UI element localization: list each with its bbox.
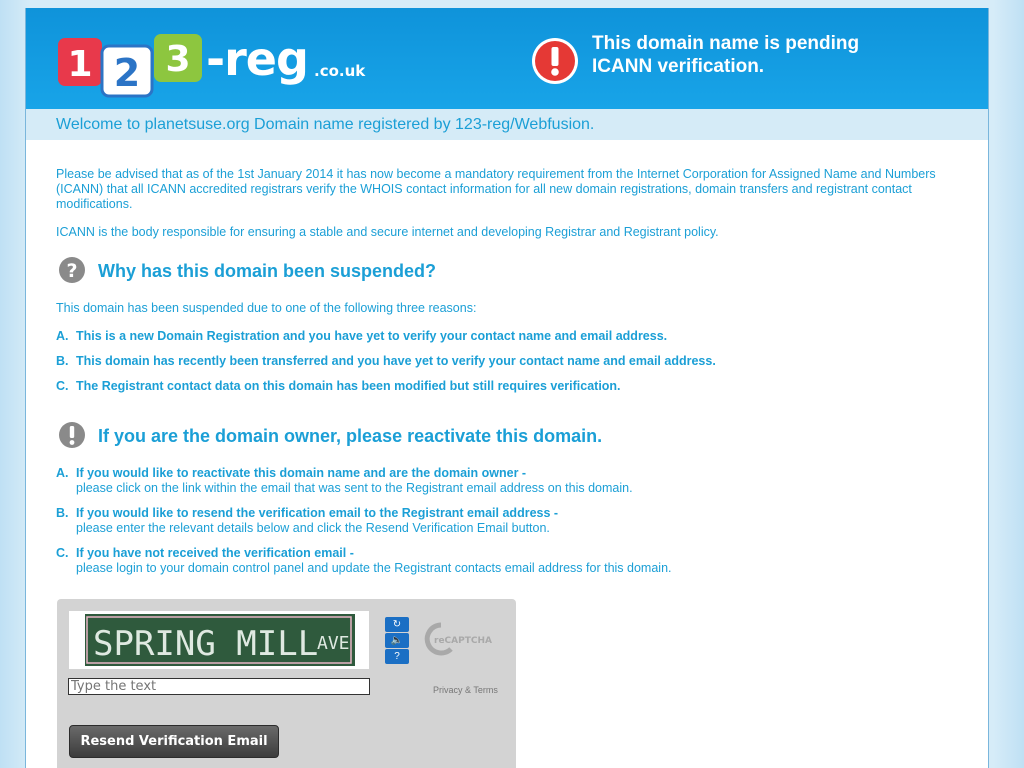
svg-text:?: ?: [66, 260, 77, 282]
owner-heading: If you are the domain owner, please reac…: [98, 426, 603, 446]
logo-wordmark: -reg: [206, 32, 309, 86]
captcha-panel: SPRING MILL AVE ↻ 🔈 ? reCAPTCHA Privacy …: [57, 599, 516, 768]
svg-text:reCAPTCHA: reCAPTCHA: [434, 636, 492, 646]
item-letter: B.: [56, 506, 69, 520]
audio-icon[interactable]: 🔈: [385, 633, 409, 648]
item-detail: please enter the relevant details below …: [76, 521, 550, 535]
item-letter: B.: [56, 354, 69, 368]
item-letter: C.: [56, 379, 69, 393]
logo-cubes-icon: 1 2 3: [58, 34, 202, 98]
refresh-icon[interactable]: ↻: [385, 617, 409, 632]
svg-text:2: 2: [114, 51, 140, 95]
welcome-text: Welcome to planetsuse.org Domain name re…: [56, 116, 595, 133]
suspended-lead: This domain has been suspended due to on…: [56, 301, 477, 315]
exclamation-icon: [59, 422, 85, 448]
item-title: If you would like to resend the verifica…: [76, 506, 559, 520]
item-title: If you would like to reactivate this dom…: [76, 466, 527, 480]
recaptcha-logo-icon: reCAPTCHA: [424, 622, 492, 656]
svg-text:AVE: AVE: [317, 633, 350, 654]
page-container: 1 2 3 -reg .co.uk This domain name is pe…: [25, 8, 989, 768]
item-detail: please click on the link within the emai…: [76, 481, 633, 495]
logo-tld: .co.uk: [314, 62, 366, 80]
suspended-heading: Why has this domain been suspended?: [98, 261, 437, 281]
question-mark-icon: ?: [59, 257, 85, 283]
captcha-street-sign-image: SPRING MILL AVE: [85, 614, 355, 666]
alert-line-2: ICANN verification.: [592, 56, 765, 77]
pending-verification-notice: This domain name is pending ICANN verifi…: [592, 32, 912, 78]
item-text: This is a new Domain Registration and yo…: [76, 329, 668, 343]
privacy-terms-link[interactable]: Privacy & Terms: [433, 685, 498, 695]
header-banner: 1 2 3 -reg .co.uk This domain name is pe…: [26, 8, 988, 109]
help-icon[interactable]: ?: [385, 649, 409, 664]
alert-line-1: This domain name is pending: [592, 33, 860, 54]
captcha-image: SPRING MILL AVE: [69, 611, 369, 669]
svg-text:3: 3: [165, 39, 190, 80]
logo-123-reg[interactable]: 1 2 3 -reg .co.uk: [56, 26, 365, 98]
item-text: The Registrant contact data on this doma…: [76, 379, 621, 393]
intro-paragraph-1: Please be advised that as of the 1st Jan…: [56, 167, 936, 211]
warning-exclamation-icon: [532, 38, 578, 84]
intro-paragraph-2: ICANN is the body responsible for ensuri…: [56, 225, 719, 239]
captcha-controls: ↻ 🔈 ?: [385, 617, 409, 665]
svg-text:SPRING MILL: SPRING MILL: [93, 624, 318, 664]
item-detail: please login to your domain control pane…: [76, 561, 672, 575]
captcha-text-input[interactable]: [68, 678, 370, 695]
resend-verification-email-button[interactable]: Resend Verification Email: [69, 725, 279, 758]
item-title: If you have not received the verificatio…: [76, 546, 354, 560]
welcome-bar: Welcome to planetsuse.org Domain name re…: [26, 109, 988, 140]
svg-text:1: 1: [67, 44, 92, 85]
item-letter: A.: [56, 329, 69, 343]
item-letter: C.: [56, 546, 69, 560]
item-letter: A.: [56, 466, 69, 480]
item-text: This domain has recently been transferre…: [76, 354, 716, 368]
